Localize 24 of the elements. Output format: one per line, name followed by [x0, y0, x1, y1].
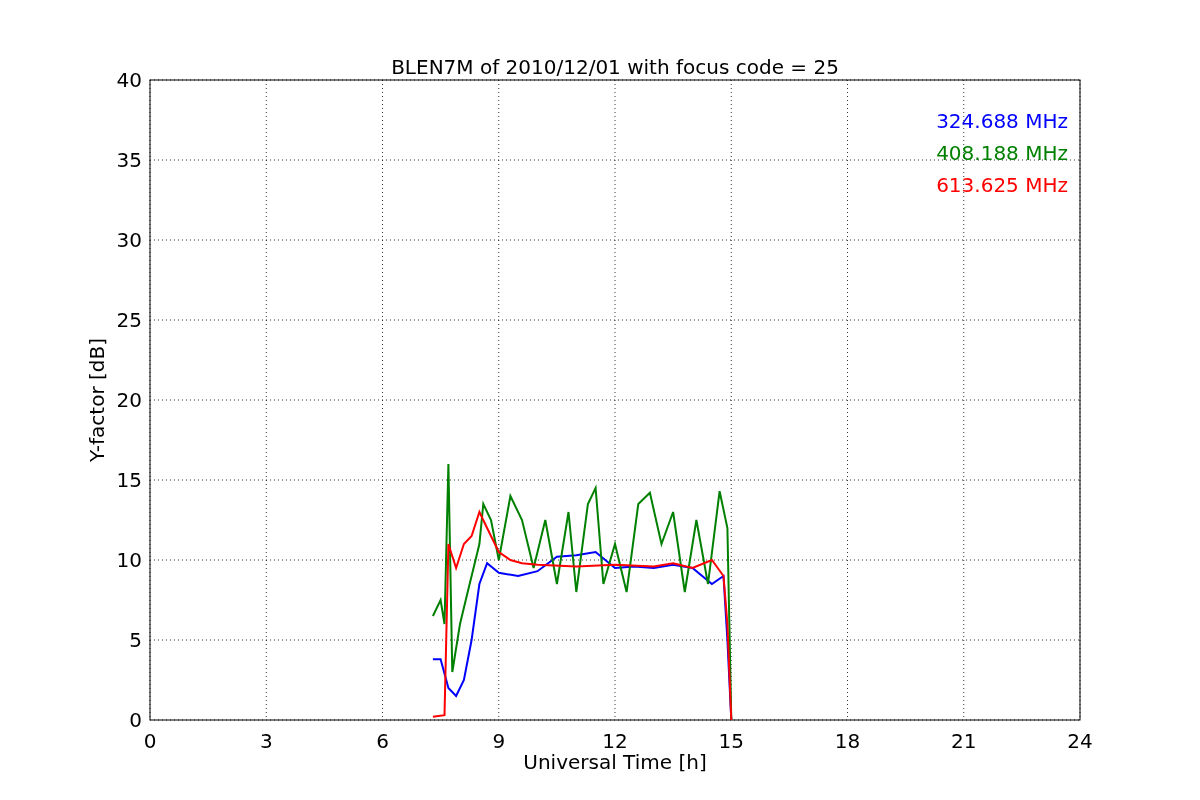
tick-label: 40 — [116, 68, 142, 92]
tick-label: 3 — [259, 729, 273, 753]
tick-label: 6 — [376, 729, 389, 753]
tick-label: 35 — [116, 148, 142, 172]
legend-label: 408.188 MHz — [936, 141, 1068, 165]
y-axis-label: Y-factor [dB] — [85, 338, 109, 462]
tick-label: 10 — [116, 548, 142, 572]
tick-label: 5 — [129, 628, 142, 652]
chart-title: BLEN7M of 2010/12/01 with focus code = 25 — [391, 55, 839, 79]
tick-label: 18 — [834, 729, 861, 753]
tick-label: 9 — [492, 729, 506, 753]
tick-label: 25 — [116, 308, 142, 332]
tick-label: 0 — [143, 729, 157, 753]
tick-label: 30 — [116, 228, 142, 252]
legend-label: 324.688 MHz — [936, 109, 1068, 133]
x-axis-label: Universal Time [h] — [523, 750, 707, 774]
tick-label: 20 — [116, 388, 142, 412]
legend-label: 613.625 MHz — [936, 173, 1068, 197]
tick-label: 15 — [116, 468, 142, 492]
tick-label: 12 — [602, 729, 628, 753]
tick-label: 15 — [718, 729, 744, 753]
tick-label: 21 — [951, 729, 977, 753]
tick-label: 24 — [1067, 729, 1093, 753]
tick-label: 0 — [129, 708, 142, 732]
